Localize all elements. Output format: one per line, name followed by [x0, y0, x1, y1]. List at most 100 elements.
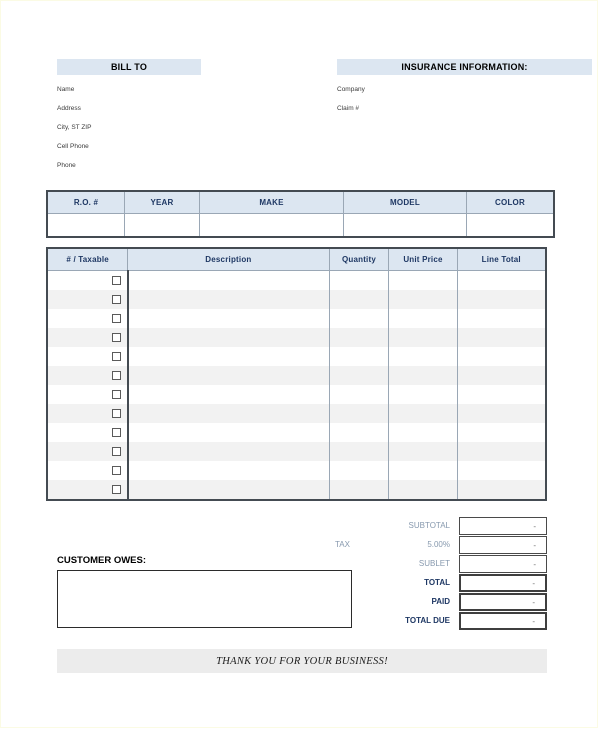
checkbox-icon[interactable]	[111, 428, 121, 438]
items-cell-quantity[interactable]	[328, 480, 390, 500]
items-cell-description[interactable]	[127, 290, 330, 309]
checkbox-icon[interactable]	[111, 409, 121, 419]
items-cell-description[interactable]	[127, 480, 330, 500]
items-cell-unit-price[interactable]	[388, 385, 458, 404]
table-row	[47, 442, 546, 461]
items-cell-line-total[interactable]	[456, 270, 546, 290]
checkbox-icon[interactable]	[111, 352, 121, 362]
totals-label: 5.00%	[427, 540, 450, 549]
totals-value[interactable]: -	[459, 535, 547, 554]
items-cell-unit-price[interactable]	[388, 309, 458, 328]
totals-value[interactable]: -	[459, 516, 547, 535]
items-cell-taxable[interactable]	[47, 290, 129, 309]
totals-value[interactable]: -	[459, 611, 547, 630]
totals-value[interactable]: -	[459, 554, 547, 573]
items-cell-description[interactable]	[127, 423, 330, 442]
items-cell-taxable[interactable]	[47, 442, 129, 461]
items-cell-description[interactable]	[127, 347, 330, 366]
checkbox-icon[interactable]	[111, 276, 121, 286]
vehicle-cell-color[interactable]	[466, 213, 555, 238]
items-col-unit-price: Unit Price	[388, 247, 458, 271]
vehicle-cell-ro[interactable]	[46, 213, 125, 238]
table-row	[47, 423, 546, 442]
checkbox-icon[interactable]	[111, 390, 121, 400]
items-cell-taxable[interactable]	[47, 270, 129, 290]
items-cell-taxable[interactable]	[47, 480, 129, 500]
vehicle-cell-make[interactable]	[199, 213, 344, 238]
bill-to-heading: BILL TO	[57, 59, 201, 75]
items-cell-description[interactable]	[127, 404, 330, 423]
items-cell-taxable[interactable]	[47, 366, 129, 385]
items-cell-quantity[interactable]	[328, 423, 390, 442]
items-cell-unit-price[interactable]	[388, 270, 458, 290]
totals-label: TOTAL	[424, 578, 450, 587]
items-cell-unit-price[interactable]	[388, 423, 458, 442]
totals-row: SUBLET -	[331, 554, 547, 573]
items-cell-description[interactable]	[127, 442, 330, 461]
items-cell-description[interactable]	[127, 461, 330, 480]
items-cell-unit-price[interactable]	[388, 290, 458, 309]
items-cell-unit-price[interactable]	[388, 347, 458, 366]
totals-value[interactable]: -	[459, 573, 547, 592]
checkbox-icon[interactable]	[111, 295, 121, 305]
checkbox-icon[interactable]	[111, 447, 121, 457]
items-cell-taxable[interactable]	[47, 423, 129, 442]
items-cell-taxable[interactable]	[47, 309, 129, 328]
items-cell-quantity[interactable]	[328, 347, 390, 366]
items-cell-description[interactable]	[127, 328, 330, 347]
checkbox-icon[interactable]	[111, 466, 121, 476]
items-cell-quantity[interactable]	[328, 328, 390, 347]
items-cell-line-total[interactable]	[456, 442, 546, 461]
vehicle-cell-model[interactable]	[343, 213, 467, 238]
items-cell-taxable[interactable]	[47, 461, 129, 480]
items-cell-quantity[interactable]	[328, 366, 390, 385]
items-cell-taxable[interactable]	[47, 385, 129, 404]
checkbox-icon[interactable]	[111, 371, 121, 381]
items-cell-line-total[interactable]	[456, 404, 546, 423]
items-cell-line-total[interactable]	[456, 328, 546, 347]
field-label-city-st-zip: City, ST ZIP	[57, 124, 92, 131]
items-cell-description[interactable]	[127, 270, 330, 290]
table-row	[47, 309, 546, 328]
footer-thank-you-text: THANK YOU FOR YOUR BUSINESS!	[216, 655, 388, 667]
items-cell-quantity[interactable]	[328, 270, 390, 290]
items-cell-line-total[interactable]	[456, 423, 546, 442]
checkbox-icon[interactable]	[111, 314, 121, 324]
items-cell-quantity[interactable]	[328, 442, 390, 461]
items-cell-line-total[interactable]	[456, 290, 546, 309]
items-cell-taxable[interactable]	[47, 404, 129, 423]
items-cell-unit-price[interactable]	[388, 404, 458, 423]
items-cell-line-total[interactable]	[456, 347, 546, 366]
items-cell-taxable[interactable]	[47, 347, 129, 366]
items-cell-line-total[interactable]	[456, 309, 546, 328]
items-cell-description[interactable]	[127, 385, 330, 404]
items-cell-unit-price[interactable]	[388, 366, 458, 385]
items-cell-quantity[interactable]	[328, 461, 390, 480]
vehicle-cell-year[interactable]	[124, 213, 200, 238]
items-cell-quantity[interactable]	[328, 385, 390, 404]
totals-value[interactable]: -	[459, 592, 547, 611]
items-col-taxable: # / Taxable	[46, 247, 129, 271]
field-label-company: Company	[337, 86, 365, 93]
line-items-table: # / Taxable Description Quantity Unit Pr…	[46, 247, 547, 501]
items-cell-description[interactable]	[127, 309, 330, 328]
items-cell-line-total[interactable]	[456, 385, 546, 404]
items-cell-unit-price[interactable]	[388, 480, 458, 500]
items-cell-line-total[interactable]	[456, 366, 546, 385]
totals-row: TAX 5.00% -	[331, 535, 547, 554]
checkbox-icon[interactable]	[111, 333, 121, 343]
checkbox-icon[interactable]	[111, 485, 121, 495]
items-cell-unit-price[interactable]	[388, 442, 458, 461]
items-cell-quantity[interactable]	[328, 404, 390, 423]
items-cell-line-total[interactable]	[456, 480, 546, 500]
customer-owes-box[interactable]	[57, 570, 352, 628]
items-cell-line-total[interactable]	[456, 461, 546, 480]
items-cell-taxable[interactable]	[47, 328, 129, 347]
items-cell-quantity[interactable]	[328, 290, 390, 309]
items-cell-unit-price[interactable]	[388, 328, 458, 347]
items-cell-unit-price[interactable]	[388, 461, 458, 480]
table-row	[47, 290, 546, 309]
table-row	[47, 385, 546, 404]
items-cell-quantity[interactable]	[328, 309, 390, 328]
items-cell-description[interactable]	[127, 366, 330, 385]
